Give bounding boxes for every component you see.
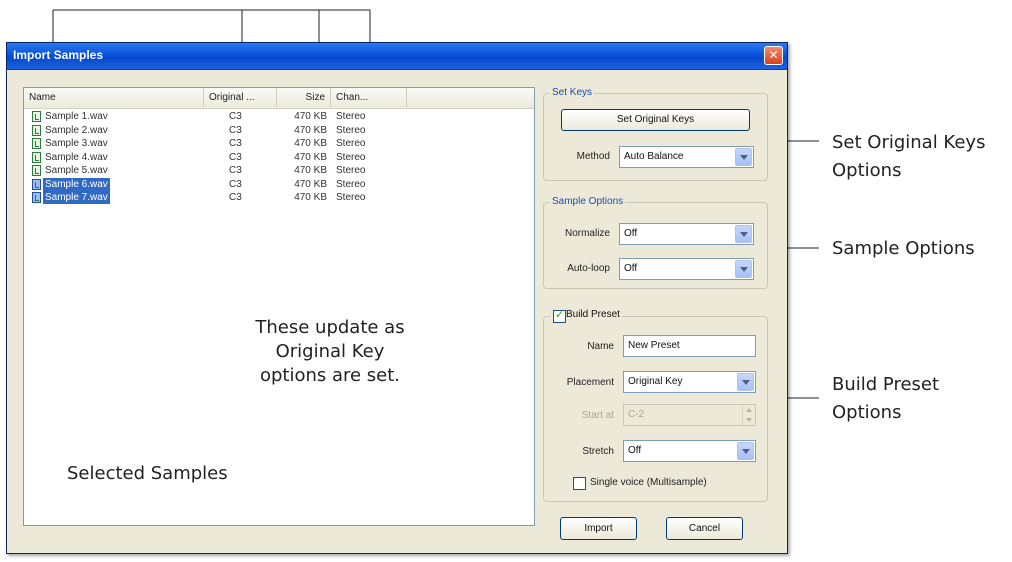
wav-file-icon bbox=[32, 192, 41, 203]
start-at-spinner[interactable]: C-2 bbox=[623, 404, 756, 426]
original-key: C3 bbox=[229, 138, 242, 149]
file-name: Sample 7.wav bbox=[43, 191, 110, 204]
callout-set-original-keys: Set Original Keys Options bbox=[832, 132, 986, 181]
auto-loop-label: Auto-loop bbox=[567, 263, 610, 274]
method-label: Method bbox=[576, 151, 610, 162]
wav-file-icon bbox=[32, 124, 41, 136]
build-preset-checkbox[interactable] bbox=[553, 308, 566, 323]
import-button[interactable]: Import bbox=[560, 517, 637, 540]
file-size: 470 KB bbox=[294, 111, 327, 122]
file-name: Sample 4.wav bbox=[45, 151, 108, 163]
set-keys-label: Set Keys bbox=[550, 87, 595, 98]
chevron-down-icon[interactable] bbox=[735, 260, 752, 278]
file-name: Sample 2.wav bbox=[45, 124, 108, 136]
original-key: C3 bbox=[229, 192, 242, 203]
column-header-channels[interactable]: Chan... bbox=[331, 88, 407, 107]
set-keys-group: Set Keys Set Original Keys Method Auto B… bbox=[543, 87, 768, 181]
file-size: 470 KB bbox=[294, 165, 327, 176]
channels: Stereo bbox=[336, 111, 366, 122]
original-key: C3 bbox=[229, 178, 242, 190]
single-voice-checkbox[interactable] bbox=[573, 477, 586, 490]
stretch-label: Stretch bbox=[582, 446, 614, 457]
chevron-down-icon[interactable] bbox=[735, 148, 752, 166]
spinner-arrows-icon[interactable] bbox=[742, 405, 756, 425]
build-preset-label: Build Preset bbox=[566, 309, 620, 320]
close-icon[interactable]: ✕ bbox=[764, 46, 783, 65]
callout-selected-samples: Selected Samples bbox=[67, 463, 228, 484]
placement-select[interactable]: Original Key bbox=[623, 371, 756, 393]
preset-name-label: Name bbox=[587, 341, 614, 352]
list-header: Name Original ... Size Chan... bbox=[24, 88, 534, 109]
callout-key-update: These update as Original Key options are… bbox=[255, 317, 405, 386]
build-preset-group: Build Preset Name New Preset Placement O… bbox=[543, 308, 768, 502]
file-name: Sample 6.wav bbox=[43, 177, 110, 191]
table-row[interactable]: Sample 1.wav C3 470 KB Stereo bbox=[24, 110, 534, 123]
original-key: C3 bbox=[229, 124, 242, 136]
channels: Stereo bbox=[336, 151, 366, 163]
cancel-button[interactable]: Cancel bbox=[666, 517, 743, 540]
single-voice-label: Single voice (Multisample) bbox=[590, 477, 707, 488]
file-size: 470 KB bbox=[294, 138, 327, 149]
set-original-keys-button[interactable]: Set Original Keys bbox=[561, 109, 750, 131]
chevron-down-icon[interactable] bbox=[735, 225, 752, 243]
normalize-label: Normalize bbox=[564, 228, 610, 239]
start-at-label: Start at bbox=[581, 410, 614, 421]
file-name: Sample 5.wav bbox=[45, 165, 108, 176]
auto-loop-select[interactable]: Off bbox=[619, 258, 754, 280]
table-row[interactable]: Sample 4.wav C3 470 KB Stereo bbox=[24, 151, 534, 164]
channels: Stereo bbox=[336, 138, 366, 149]
file-name: Sample 3.wav bbox=[45, 138, 108, 149]
original-key: C3 bbox=[229, 165, 242, 176]
preset-name-field[interactable]: New Preset bbox=[623, 335, 756, 357]
table-row[interactable]: Sample 6.wav C3 470 KB Stereo bbox=[24, 177, 534, 191]
table-row[interactable]: Sample 7.wav C3 470 KB Stereo bbox=[24, 191, 534, 204]
wav-file-icon bbox=[32, 151, 41, 163]
callout-build-preset: Build Preset Options bbox=[832, 374, 940, 423]
file-size: 470 KB bbox=[294, 151, 327, 163]
column-header-size[interactable]: Size bbox=[277, 88, 331, 107]
method-select[interactable]: Auto Balance bbox=[619, 146, 754, 168]
file-size: 470 KB bbox=[294, 124, 327, 136]
callout-sample-options: Sample Options bbox=[832, 238, 975, 259]
channels: Stereo bbox=[336, 192, 366, 203]
column-header-original-key[interactable]: Original ... bbox=[204, 88, 277, 107]
wav-file-icon bbox=[32, 111, 41, 122]
file-size: 470 KB bbox=[294, 178, 327, 190]
stretch-select[interactable]: Off bbox=[623, 440, 756, 462]
wav-file-icon bbox=[32, 178, 41, 190]
chevron-down-icon[interactable] bbox=[737, 442, 754, 460]
channels: Stereo bbox=[336, 124, 366, 136]
column-header-name[interactable]: Name bbox=[24, 88, 204, 107]
file-name: Sample 1.wav bbox=[45, 111, 108, 122]
normalize-select[interactable]: Off bbox=[619, 223, 754, 245]
wav-file-icon bbox=[32, 138, 41, 149]
channels: Stereo bbox=[336, 178, 366, 190]
sample-list[interactable]: Name Original ... Size Chan... Sample 1.… bbox=[23, 87, 535, 526]
title-bar[interactable]: Import Samples ✕ bbox=[7, 43, 787, 70]
file-size: 470 KB bbox=[294, 192, 327, 203]
window-title: Import Samples bbox=[13, 48, 104, 62]
original-key: C3 bbox=[229, 151, 242, 163]
original-key: C3 bbox=[229, 111, 242, 122]
channels: Stereo bbox=[336, 165, 366, 176]
sample-options-label: Sample Options bbox=[550, 196, 626, 207]
table-row[interactable]: Sample 3.wav C3 470 KB Stereo bbox=[24, 137, 534, 150]
placement-label: Placement bbox=[566, 377, 614, 388]
wav-file-icon bbox=[32, 165, 41, 176]
table-row[interactable]: Sample 5.wav C3 470 KB Stereo bbox=[24, 164, 534, 177]
sample-options-group: Sample Options Normalize Off Auto-loop O… bbox=[543, 196, 768, 289]
chevron-down-icon[interactable] bbox=[737, 373, 754, 391]
table-row[interactable]: Sample 2.wav C3 470 KB Stereo bbox=[24, 124, 534, 137]
